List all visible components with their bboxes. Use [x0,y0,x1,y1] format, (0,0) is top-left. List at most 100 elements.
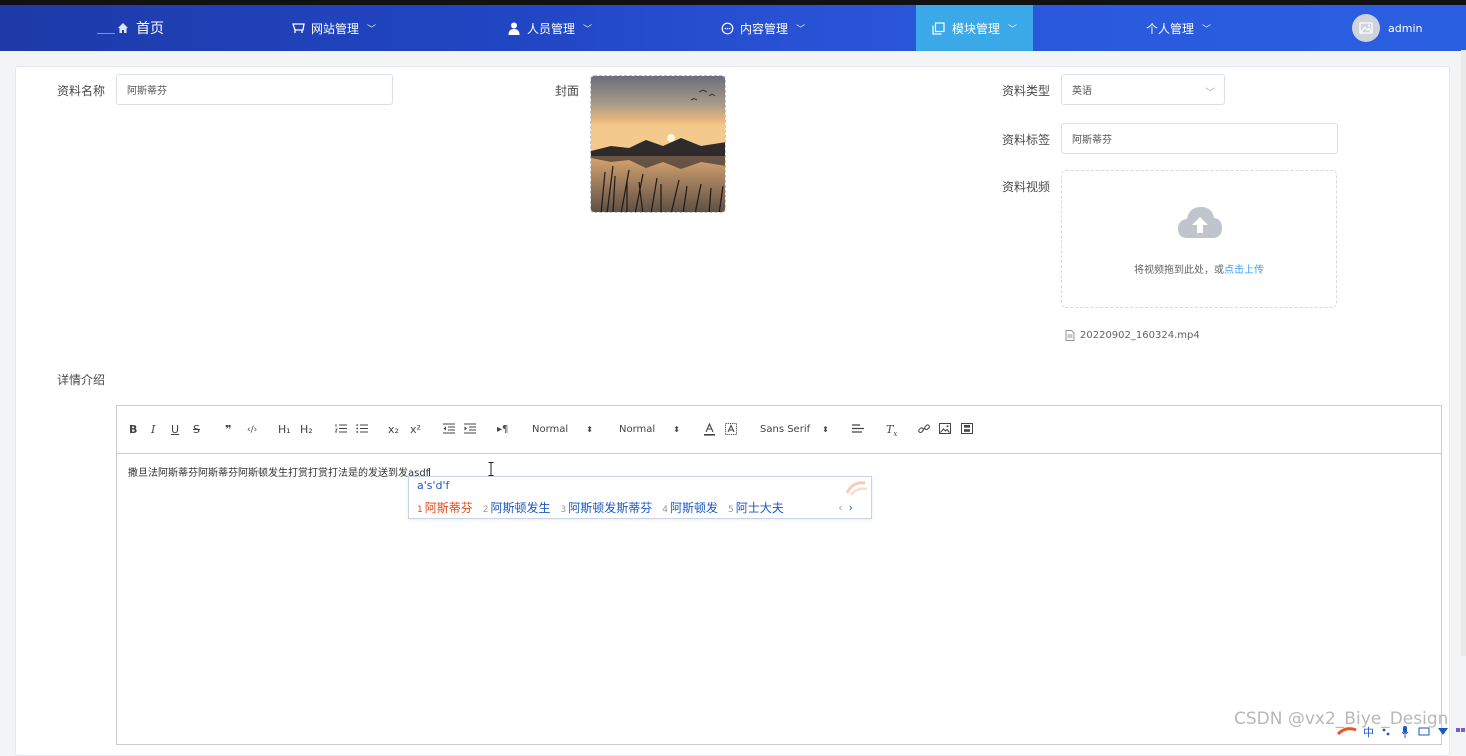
nav-content-menu[interactable]: 内容管理 ﹀ [720,5,805,51]
nav-home[interactable]: 首页 [116,5,164,51]
video-upload-dropzone[interactable]: 将视频拖到此处，或点击上传 [1061,170,1337,308]
page-scrollbar[interactable] [1461,50,1466,656]
ime-pinyin-input: a's'd'f [417,479,450,492]
ime-tray-toolbar: 中 [1336,726,1465,739]
font-select-value: Sans Serif [760,424,811,435]
background-color-button[interactable] [725,423,737,437]
user-name: admin [1388,21,1423,35]
cover-image-upload[interactable] [590,75,726,213]
name-label: 资料名称 [57,84,106,98]
outdent-icon [443,423,455,434]
shop-icon [291,21,305,35]
nav-website-menu[interactable]: 网站管理 ﹀ [291,5,376,51]
blockquote-button[interactable]: ❞ [225,423,231,437]
image-button[interactable] [939,423,951,437]
chevron-down-icon: ﹀ [1205,88,1215,99]
keyboard-icon [1418,727,1430,736]
upload-cloud-icon [1178,207,1222,238]
uploaded-file-item[interactable]: 20220902_160324.mp4 [1065,330,1200,341]
top-navbar: 首页 网站管理 ﹀ 人员管理 ﹀ 内容管理 ﹀ 模块管理 ﹀ 个人管理 ﹀ ad… [0,5,1466,51]
ordered-list-button[interactable] [334,423,347,437]
ime-prev-page-button[interactable]: ‹ [838,501,842,514]
editor-content[interactable]: 撒旦法阿斯蒂芬阿斯蒂芬阿斯顿发生打赏打赏打法是的发送到发asdf [128,464,431,479]
editor-content-text: 撒旦法阿斯蒂芬阿斯蒂芬阿斯顿发生打赏打赏打法是的发送到发asdf [128,468,430,479]
chat-icon [720,21,734,35]
sort-arrows-icon: ⬍ [586,425,593,434]
grid-icon [1456,728,1460,732]
image-placeholder-icon [1359,22,1373,34]
ime-candidate[interactable]: 4 阿斯顿发 [662,499,718,516]
font-color-icon [704,422,715,436]
user-menu[interactable]: admin [1352,5,1422,51]
ime-candidate-list: 1 阿斯蒂芬 2 阿斯顿发生 3 阿斯顿发斯蒂芬 4 阿斯顿发 5 阿士大夫 [417,499,784,516]
nav-module-menu[interactable]: 模块管理 ﹀ [916,5,1033,51]
link-button[interactable] [918,423,930,437]
nav-website-label: 网站管理 [311,21,360,36]
outdent-button[interactable] [443,423,455,437]
ime-candidate[interactable]: 1 阿斯蒂芬 [417,499,473,516]
align-button[interactable] [852,423,864,437]
type-select-value: 英语 [1072,86,1092,97]
header-select-value: Normal [619,424,656,435]
sort-arrows-icon: ⬍ [822,425,829,434]
chevron-down-icon: ﹀ [583,24,593,35]
chevron-down-icon: ﹀ [796,24,806,35]
ime-punctuation-icon [1382,728,1386,732]
type-label: 资料类型 [1002,84,1051,98]
text-direction-button[interactable]: ▸¶ [497,423,508,437]
align-icon [852,424,864,433]
bullet-list-icon [356,424,368,433]
italic-button[interactable]: I [151,423,155,437]
video-label: 资料视频 [1002,180,1051,194]
user-icon [507,21,521,35]
header1-button[interactable]: H₁ [278,423,291,437]
nav-module-label: 模块管理 [951,21,1000,36]
clean-format-button[interactable]: Tx [886,423,897,438]
nav-people-menu[interactable]: 人员管理 ﹀ [507,5,592,51]
indent-button[interactable] [464,423,476,437]
upload-click-link[interactable]: 点击上传 [1224,265,1264,276]
ordered-list-icon [334,424,347,433]
header-select[interactable]: Normal ⬍ [619,423,680,437]
ime-candidate[interactable]: 2 阿斯顿发生 [483,499,551,516]
microphone-icon [1403,726,1407,733]
chevron-down-icon: ﹀ [367,24,377,35]
chevron-down-icon: ﹀ [1202,24,1212,35]
nav-personal-menu[interactable]: 个人管理 ﹀ [1146,5,1211,51]
copy-icon [932,21,946,35]
film-icon [961,423,973,434]
size-select[interactable]: Normal ⬍ [532,423,593,437]
font-color-button[interactable] [704,422,715,437]
chevron-down-icon: ﹀ [1008,24,1018,35]
font-select[interactable]: Sans Serif ⬍ [760,423,829,437]
bold-button[interactable]: B [129,423,137,437]
rich-text-editor: B I U S ❞ ‹/› H₁ H₂ x₂ x² ▸¶ Normal ⬍ Nor… [116,405,1442,745]
underline-button[interactable]: U [171,423,179,437]
tag-input[interactable]: 阿斯蒂芬 [1061,123,1338,154]
bullet-list-button[interactable] [356,423,368,437]
type-select[interactable]: 英语 ﹀ [1061,74,1225,105]
video-button[interactable] [961,423,973,437]
strike-button[interactable]: S [193,423,200,437]
code-block-button[interactable]: ‹/› [247,423,257,437]
name-input[interactable]: 阿斯蒂芬 [116,74,393,105]
detail-label: 详情介绍 [57,373,106,387]
uploaded-file-name: 20220902_160324.mp4 [1080,330,1200,341]
ime-candidate[interactable]: 3 阿斯顿发斯蒂芬 [561,499,653,516]
superscript-button[interactable]: x² [410,423,421,437]
subscript-button[interactable]: x₂ [388,423,399,437]
ime-candidate[interactable]: 5 阿士大夫 [728,499,784,516]
nav-personal-label: 个人管理 [1146,21,1195,36]
upload-hint-text: 将视频拖到此处，或 [1134,265,1224,276]
upload-hint: 将视频拖到此处，或点击上传 [1062,261,1336,276]
ime-next-page-button[interactable]: › [849,501,853,514]
tag-label: 资料标签 [1002,133,1051,147]
skin-icon [1438,728,1448,735]
cover-image [591,76,725,212]
image-icon [939,423,951,434]
header2-button[interactable]: H₂ [300,423,313,437]
avatar [1352,14,1380,42]
ime-logo-icon [845,481,868,496]
ime-chinese-mode-icon: 中 [1363,726,1374,739]
tag-input-value: 阿斯蒂芬 [1072,135,1112,146]
